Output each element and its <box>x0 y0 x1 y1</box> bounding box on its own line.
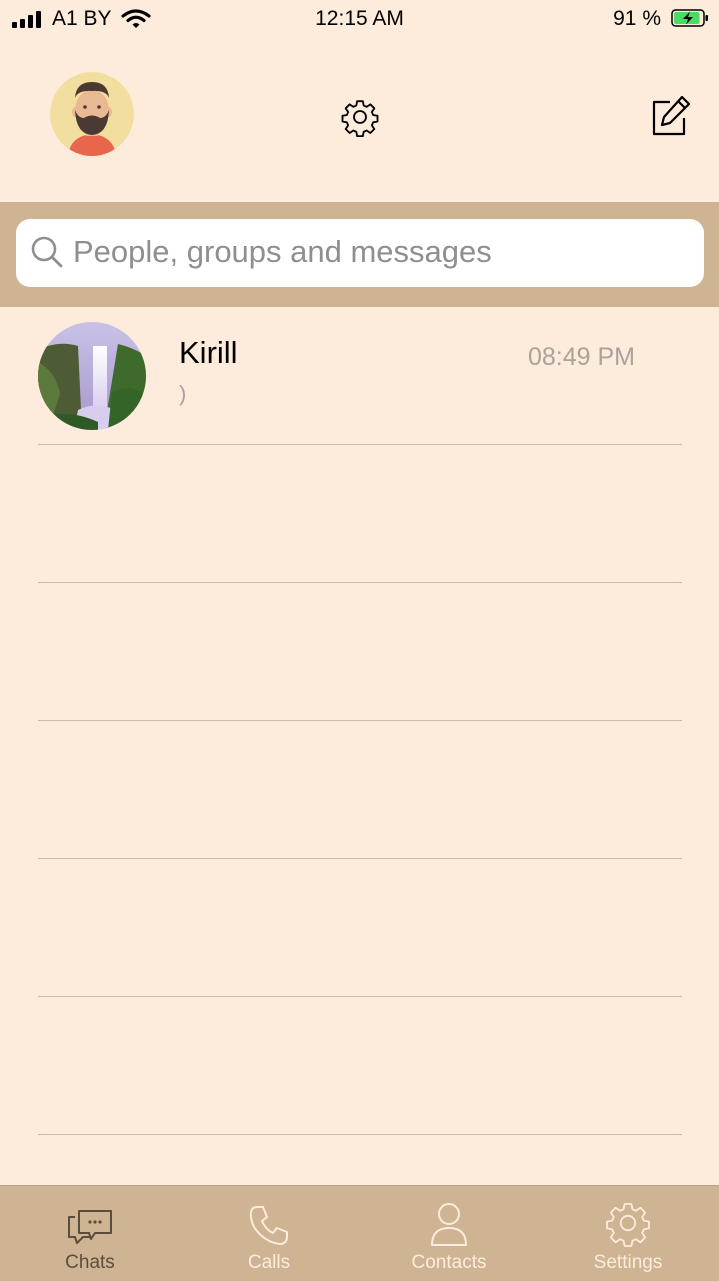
search-input[interactable] <box>73 230 673 274</box>
compose-icon[interactable] <box>648 94 692 143</box>
divider <box>38 996 682 997</box>
divider <box>38 1134 682 1135</box>
chat-time: 08:49 PM <box>528 343 636 371</box>
tab-settings[interactable]: Settings <box>538 1185 718 1280</box>
divider <box>38 858 682 859</box>
tab-label: Contacts <box>411 1252 487 1273</box>
profile-avatar[interactable] <box>50 72 134 156</box>
status-bar: A1 BY 12:15 AM 91 % <box>0 0 719 40</box>
chat-avatar[interactable] <box>38 322 146 430</box>
divider <box>38 582 682 583</box>
phone-icon <box>247 1197 291 1247</box>
status-time: 12:15 AM <box>315 7 404 30</box>
battery-icon <box>671 9 709 27</box>
battery-percent: 91 % <box>613 7 661 30</box>
gear-icon[interactable] <box>340 97 380 142</box>
person-icon <box>429 1197 469 1247</box>
chat-name: Kirill <box>179 335 238 370</box>
divider <box>38 720 682 721</box>
search-icon <box>30 235 64 274</box>
tab-label: Chats <box>65 1252 115 1273</box>
gear-icon <box>604 1197 652 1247</box>
tab-chats[interactable]: Chats <box>0 1185 180 1280</box>
tab-contacts[interactable]: Contacts <box>359 1185 539 1280</box>
divider <box>38 444 682 445</box>
chat-preview: ) <box>179 381 187 406</box>
chat-bubbles-icon <box>65 1197 115 1247</box>
tab-label: Settings <box>593 1252 663 1273</box>
tab-label: Calls <box>247 1252 291 1273</box>
tab-calls[interactable]: Calls <box>179 1185 359 1280</box>
